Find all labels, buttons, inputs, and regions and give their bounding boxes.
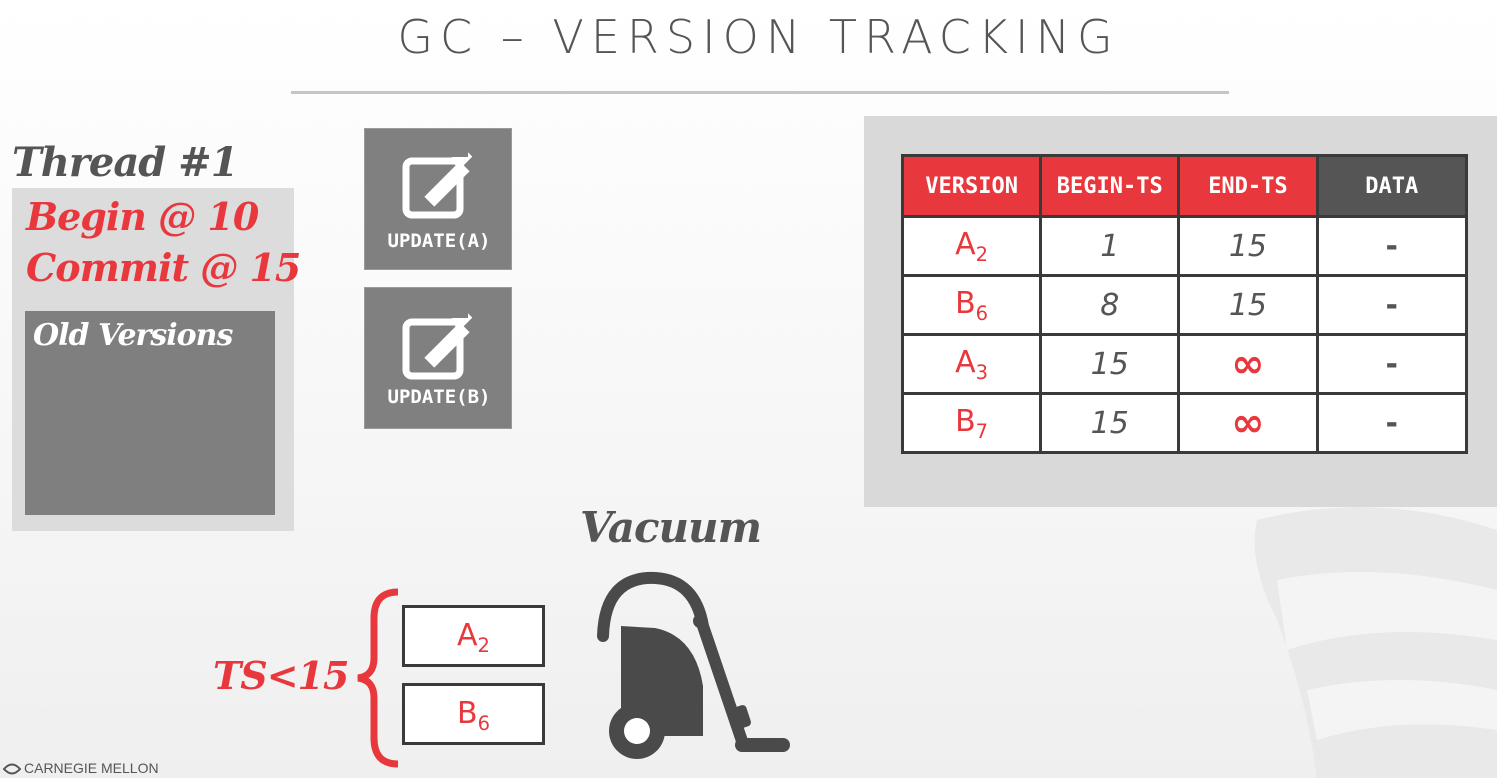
update-b-label: UPDATE(B) — [387, 386, 491, 408]
collected-version-a2: A2 — [402, 605, 545, 667]
header-begin-ts: BEGIN-TS — [1039, 154, 1181, 218]
table-row: B7 15 ∞ - — [900, 392, 1469, 454]
data-cell: - — [1315, 333, 1469, 395]
ts-condition-label: TS<15 — [213, 653, 349, 698]
title-divider — [291, 91, 1229, 94]
collected-version-b6: B6 — [402, 683, 545, 745]
vacuum-cleaner-icon — [597, 571, 790, 759]
background-logo — [1254, 507, 1497, 778]
end-ts-cell: 15 — [1177, 274, 1319, 336]
table-row: A3 15 ∞ - — [900, 333, 1469, 395]
slide-title: GC – VERSION TRACKING — [397, 10, 1120, 64]
end-ts-cell: ∞ — [1177, 333, 1319, 395]
thread-label: Thread #1 — [12, 139, 239, 186]
left-brace-icon — [357, 588, 399, 768]
version-cell: B6 — [900, 274, 1043, 336]
end-ts-cell: ∞ — [1177, 392, 1319, 454]
vacuum-label: Vacuum — [580, 503, 762, 552]
data-cell: - — [1315, 274, 1469, 336]
header-version: VERSION — [900, 154, 1043, 218]
edit-icon — [402, 147, 473, 219]
begin-ts-cell: 8 — [1039, 274, 1181, 336]
data-cell: - — [1315, 215, 1469, 277]
commit-timestamp: Commit @ 15 — [26, 245, 301, 290]
version-cell: B7 — [900, 392, 1043, 454]
version-cell: A2 — [900, 215, 1043, 277]
version-cell: A3 — [900, 333, 1043, 395]
footer-text: CARNEGIE MELLON — [24, 760, 159, 776]
update-b-tile: UPDATE(B) — [364, 287, 512, 429]
update-a-label: UPDATE(A) — [387, 230, 491, 252]
begin-ts-cell: 15 — [1039, 333, 1181, 395]
begin-timestamp: Begin @ 10 — [26, 194, 259, 239]
update-a-tile: UPDATE(A) — [364, 128, 512, 270]
table-header-row: VERSION BEGIN-TS END-TS DATA — [900, 154, 1469, 218]
begin-ts-cell: 15 — [1039, 392, 1181, 454]
cmu-logo-icon — [2, 763, 22, 775]
data-cell: - — [1315, 392, 1469, 454]
table-row: B6 8 15 - — [900, 274, 1469, 336]
edit-icon — [402, 308, 473, 380]
table-row: A2 1 15 - — [900, 215, 1469, 277]
begin-ts-cell: 1 — [1039, 215, 1181, 277]
version-table: VERSION BEGIN-TS END-TS DATA A2 1 15 - B… — [900, 154, 1469, 454]
end-ts-cell: 15 — [1177, 215, 1319, 277]
header-data: DATA — [1315, 154, 1469, 218]
old-versions-label: Old Versions — [33, 318, 233, 353]
header-end-ts: END-TS — [1177, 154, 1319, 218]
